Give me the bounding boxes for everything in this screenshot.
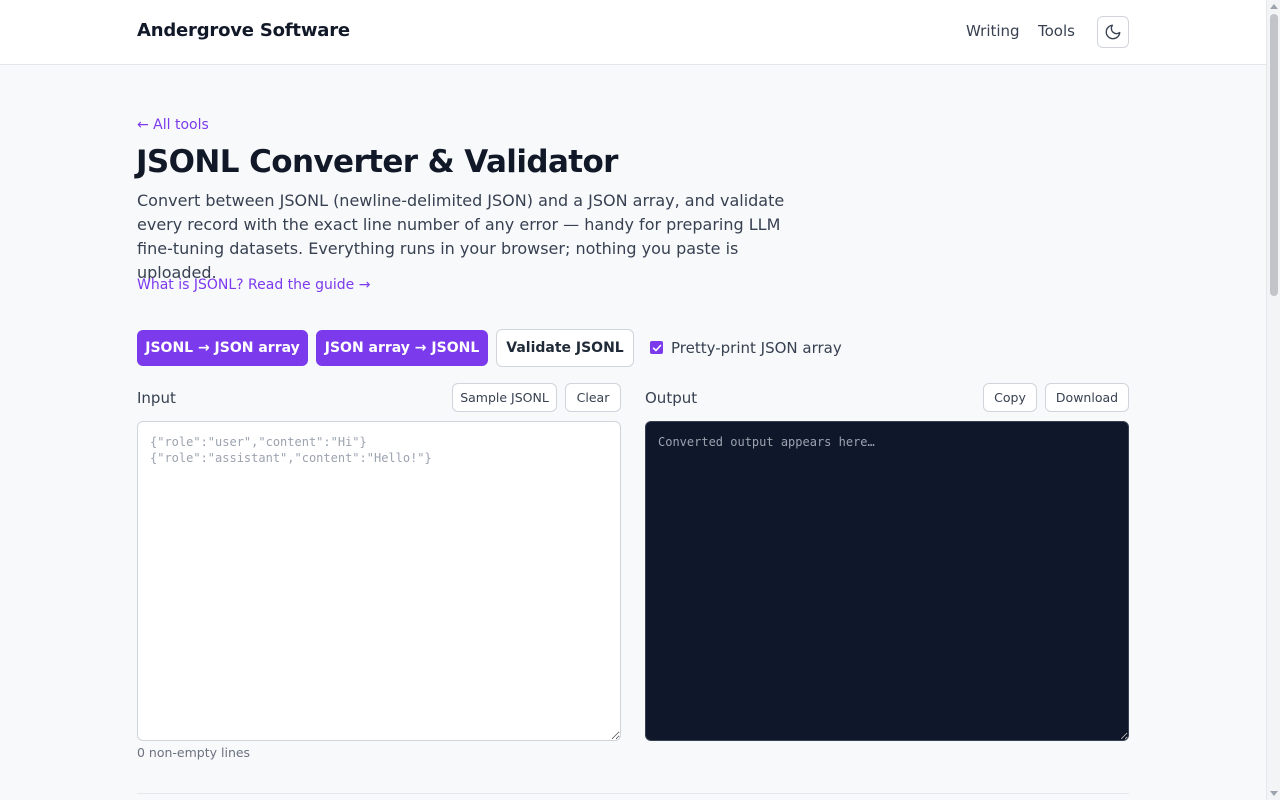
input-textarea[interactable] bbox=[137, 421, 621, 741]
theme-toggle-button[interactable] bbox=[1097, 16, 1129, 48]
output-textarea[interactable] bbox=[645, 421, 1129, 741]
guide-link[interactable]: What is JSONL? Read the guide → bbox=[137, 277, 370, 293]
all-tools-link[interactable]: ← All tools bbox=[137, 117, 209, 133]
sample-jsonl-button[interactable]: Sample JSONL bbox=[452, 383, 557, 412]
scroll-up-arrow-icon[interactable] bbox=[1270, 4, 1278, 9]
nav-writing[interactable]: Writing bbox=[966, 22, 1020, 40]
nav-tools[interactable]: Tools bbox=[1038, 22, 1075, 40]
input-label: Input bbox=[137, 389, 176, 407]
page-scrollbar[interactable] bbox=[1266, 0, 1280, 800]
section-divider bbox=[137, 793, 1129, 794]
scroll-down-arrow-icon[interactable] bbox=[1270, 791, 1278, 796]
clear-button[interactable]: Clear bbox=[565, 383, 621, 412]
jsonl-to-array-button[interactable]: JSONL → JSON array bbox=[137, 330, 308, 366]
page-title: JSONL Converter & Validator bbox=[136, 144, 618, 180]
pretty-print-label[interactable]: Pretty-print JSON array bbox=[671, 339, 842, 357]
brand-name[interactable]: Andergrove Software bbox=[137, 20, 350, 41]
intro-text: Convert between JSONL (newline-delimited… bbox=[137, 191, 785, 282]
download-button[interactable]: Download bbox=[1045, 383, 1129, 412]
output-label: Output bbox=[645, 389, 698, 407]
site-header: Andergrove Software Writing Tools bbox=[0, 0, 1266, 65]
validate-jsonl-button[interactable]: Validate JSONL bbox=[496, 329, 634, 367]
array-to-jsonl-button[interactable]: JSON array → JSONL bbox=[316, 330, 488, 366]
pretty-print-checkbox[interactable] bbox=[650, 341, 663, 354]
moon-icon bbox=[1105, 24, 1121, 40]
scrollbar-thumb[interactable] bbox=[1270, 14, 1278, 296]
line-count: 0 non-empty lines bbox=[137, 745, 251, 760]
copy-button[interactable]: Copy bbox=[983, 383, 1037, 412]
checkmark-icon bbox=[652, 344, 661, 351]
